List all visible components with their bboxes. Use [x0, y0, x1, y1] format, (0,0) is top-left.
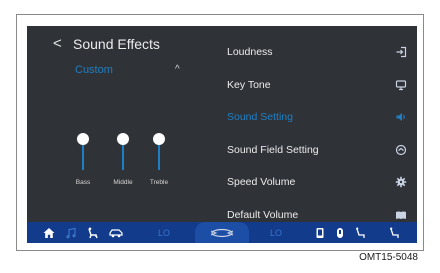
phone-button[interactable] — [313, 222, 327, 243]
music-button[interactable] — [63, 222, 79, 243]
bottom-status-bar: LO LO — [27, 222, 417, 243]
climate-button[interactable] — [195, 222, 249, 243]
home-button[interactable] — [41, 222, 57, 243]
seat-heat-right-button[interactable] — [387, 222, 401, 243]
enter-icon — [396, 47, 407, 58]
sound-effects-panel: < Sound Effects Custom ^ Bass Middle Tre… — [27, 26, 207, 222]
treble-slider-knob[interactable] — [153, 133, 165, 145]
power-connect-icon — [337, 227, 343, 238]
menu-item-label: Key Tone — [227, 78, 271, 91]
music-note-icon — [66, 227, 76, 238]
seat-heat-icon — [356, 227, 365, 238]
figure-code: OMT15-5048 — [359, 252, 418, 263]
seat-heat-icon — [390, 227, 399, 238]
gear-icon — [395, 177, 407, 188]
seat-icon — [88, 227, 98, 238]
home-icon — [43, 227, 55, 238]
seat-heat-left-button[interactable] — [353, 222, 367, 243]
back-button[interactable]: < — [53, 35, 62, 52]
right-temperature-value: LO — [269, 227, 282, 238]
menu-item-speed-volume[interactable]: Speed Volume — [227, 166, 417, 199]
page-title: Sound Effects — [73, 36, 160, 52]
menu-item-key-tone[interactable]: Key Tone — [227, 69, 417, 102]
left-temperature-value: LO — [157, 227, 170, 238]
infotainment-screen: < Sound Effects Custom ^ Bass Middle Tre… — [27, 26, 417, 243]
seat-button[interactable] — [85, 222, 101, 243]
fan-icon — [210, 228, 234, 237]
middle-label: Middle — [113, 179, 133, 186]
phone-icon — [316, 227, 324, 238]
left-temperature[interactable]: LO — [153, 222, 175, 243]
monitor-icon — [395, 80, 407, 90]
bass-slider-knob[interactable] — [77, 133, 89, 145]
eq-preset-selector[interactable]: Custom — [75, 64, 113, 76]
car-button[interactable] — [107, 222, 125, 243]
treble-label: Treble — [149, 179, 169, 186]
menu-item-sound-field-setting[interactable]: Sound Field Setting — [227, 134, 417, 167]
sound-menu: Loudness Key Tone Sound Setting Sound Fi… — [227, 36, 417, 231]
speaker-icon — [396, 113, 405, 122]
middle-slider-knob[interactable] — [117, 133, 129, 145]
menu-item-sound-setting[interactable]: Sound Setting — [227, 101, 417, 134]
menu-item-label: Loudness — [227, 46, 273, 59]
menu-item-label: Default Volume — [227, 208, 299, 221]
chevron-up-icon[interactable]: ^ — [175, 64, 180, 75]
menu-item-label: Sound Field Setting — [227, 143, 319, 156]
book-icon — [396, 211, 406, 219]
right-temperature[interactable]: LO — [265, 222, 287, 243]
menu-item-label: Speed Volume — [227, 176, 296, 189]
car-icon — [109, 228, 123, 237]
menu-item-loudness[interactable]: Loudness — [227, 36, 417, 69]
connection-button[interactable] — [333, 222, 347, 243]
menu-item-label: Sound Setting — [227, 111, 293, 124]
target-icon — [395, 144, 407, 155]
bass-label: Bass — [75, 179, 91, 186]
